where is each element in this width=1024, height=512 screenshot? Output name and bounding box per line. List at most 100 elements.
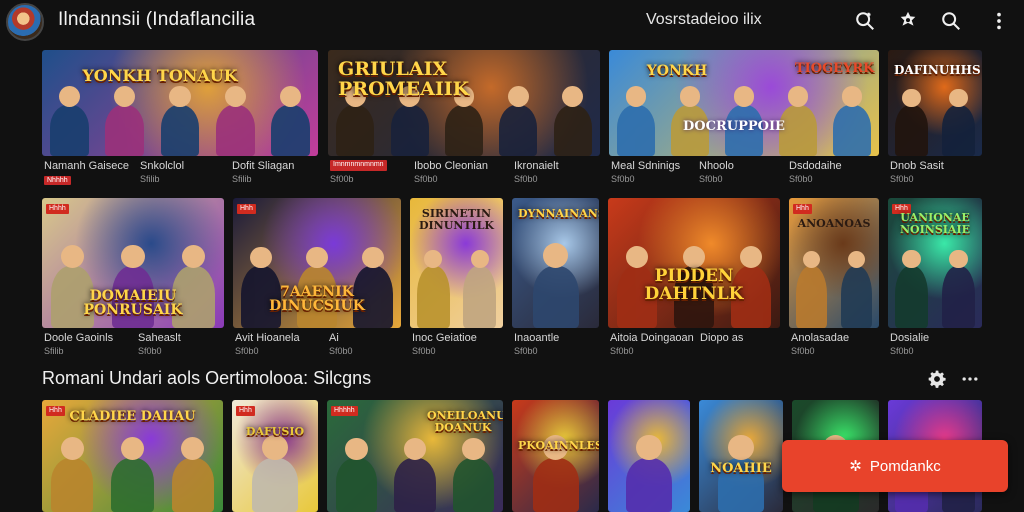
puzzle-icon[interactable] [895, 8, 921, 34]
game-thumbnail: Hhh 7Aaenik Dinucsiuk [233, 198, 401, 328]
character-figure [111, 458, 154, 512]
character-figure [271, 105, 310, 156]
game-thumbnail [608, 400, 690, 512]
game-card[interactable]: Yonkh Docruppoie Tiogeyrk Meal Sdninigs … [609, 50, 879, 190]
game-card[interactable]: Hhh Uanionae Noinsiaie Dosialie Sf0b0 [888, 198, 982, 358]
game-art-title: Pkoainnles [518, 439, 599, 452]
character-head [625, 246, 648, 269]
game-title: Dsdodaihe [789, 160, 842, 172]
more-vert-icon[interactable] [986, 8, 1012, 34]
page-title: Vosrstadeioo ilix [646, 11, 762, 28]
character-head [733, 86, 755, 108]
character-head [403, 437, 427, 461]
character-head [181, 437, 205, 461]
game-subtitle: Sf0b0 [890, 346, 914, 356]
character-figure [833, 105, 871, 156]
game-card[interactable]: Hhhhh Oneiloanu Doanuk [327, 400, 503, 512]
game-title: Dofit Sliagan [232, 160, 295, 172]
character-head [728, 435, 754, 461]
game-card-featured[interactable]: Griulaix Promeaiik Imnmnmnmnmn Sf00b Ibo… [328, 50, 600, 190]
game-card[interactable]: Hhh Dafusio [232, 400, 318, 512]
game-title: Diopo as [700, 332, 744, 344]
character-figure [795, 265, 828, 328]
game-card[interactable]: Noahie [699, 400, 783, 512]
game-subtitle: Sf0b0 [791, 346, 815, 356]
character-figure [416, 265, 450, 328]
game-thumbnail: Pkoainnles [512, 400, 599, 512]
character-head [562, 86, 584, 108]
gear-icon[interactable] [925, 367, 949, 391]
character-figure [51, 458, 94, 512]
character-figure [617, 105, 655, 156]
game-card[interactable]: Dafinuhhs Dnob Sasit Sf0b0 [888, 50, 982, 190]
game-card[interactable] [608, 400, 690, 512]
game-card[interactable]: Hhh Anoanoas Anolasadae Sf0b0 [789, 198, 879, 358]
section-title: Romani Undari aols Oertimolooa: Silcgns [42, 368, 372, 388]
character-head [345, 437, 368, 461]
game-card[interactable]: Dynnainans Inaoantle Sf0b0 [512, 198, 599, 358]
game-thumbnail: Hhh Uanionae Noinsiaie [888, 198, 982, 328]
character-figure [463, 265, 497, 328]
game-thumbnail: Dafinuhhs [888, 50, 982, 156]
game-thumbnail: Dynnainans [512, 198, 599, 328]
status-badge: Imnmnmnmnmn [330, 160, 387, 171]
game-card[interactable]: Hhh Cladiee Daiiau [42, 400, 223, 512]
game-card[interactable]: Pkoainnles [512, 400, 599, 512]
character-head [902, 250, 921, 269]
game-subtitle: Sf0b0 [414, 174, 438, 184]
game-art-title: Dynnainans [518, 207, 599, 220]
game-art-title: Domaieiu Ponrusaik [83, 287, 183, 319]
game-thumbnail: Pidden Dahtnlk [608, 198, 780, 328]
search-icon[interactable] [938, 8, 964, 34]
character-figure [394, 458, 436, 512]
character-head [169, 86, 191, 108]
game-card[interactable]: Pidden Dahtnlk Aitoia Doingaoan Sf0b0 Di… [608, 198, 780, 358]
character-head [250, 246, 272, 269]
character-figure [50, 105, 89, 156]
cta-label: Pomdankc [869, 457, 941, 475]
game-title: Nhoolo [699, 160, 734, 172]
game-card[interactable]: Hhhh Domaieiu Ponrusaik Doole Gaoinls Sf… [42, 198, 224, 358]
status-tag: Hhh [237, 204, 256, 214]
game-card[interactable]: Sirinetin Dinuntilk Inoc Geiatioe Sf0b0 [410, 198, 503, 358]
character-figure [942, 105, 975, 156]
character-head [625, 86, 647, 108]
character-head [306, 246, 328, 269]
character-head [121, 244, 145, 269]
game-title: Saheaslt [138, 332, 181, 344]
game-art-title: Griulaix Promeaiik [338, 58, 470, 100]
game-art-title: Dafinuhhs [894, 63, 981, 77]
status-tag: Hhh [236, 406, 255, 416]
avatar[interactable] [6, 3, 44, 41]
game-subtitle: Sf0b0 [699, 174, 723, 184]
game-thumbnail: Hhhhh Oneiloanu Doanuk [327, 400, 503, 512]
game-thumbnail: Yonkh Tonauk [42, 50, 318, 156]
status-tag: Hhh [793, 204, 812, 214]
game-title: Aitoia Doingaoan [610, 332, 694, 344]
game-art-title: Uanionae Noinsiaie [900, 211, 970, 236]
character-head [841, 86, 863, 108]
character-figure [390, 105, 429, 156]
game-art-title: Anoanoas [797, 217, 871, 230]
game-thumbnail: Hhh Anoanoas [789, 198, 879, 328]
game-art-title: 7Aaenik Dinucsiuk [269, 283, 365, 315]
cta-button[interactable]: ✲ Pomdankc [782, 440, 1008, 492]
character-head [424, 250, 443, 269]
game-art-title: Dafusio [245, 425, 305, 438]
character-head [362, 246, 384, 269]
character-figure [215, 105, 255, 156]
search-zoom-icon[interactable] [852, 8, 878, 34]
game-thumbnail: Yonkh Docruppoie Tiogeyrk [609, 50, 879, 156]
game-art-title: Pidden Dahtnlk [644, 266, 744, 305]
character-figure [171, 458, 214, 512]
status-tag: Hhhhh [331, 406, 358, 416]
more-horiz-icon[interactable] [958, 367, 982, 391]
character-figure [626, 458, 672, 512]
character-head [60, 244, 84, 269]
game-card[interactable]: Hhh 7Aaenik Dinucsiuk Avit Hioanela Sf0b… [233, 198, 401, 358]
game-art-title: Cladiee Daiiau [69, 409, 196, 424]
game-thumbnail: Hhh Dafusio [232, 400, 318, 512]
character-figure [532, 265, 579, 328]
game-subtitle: Sfilib [44, 346, 64, 356]
game-card[interactable]: Yonkh Tonauk Namanh Gaisece Nhhhh Snkolc… [42, 50, 318, 190]
